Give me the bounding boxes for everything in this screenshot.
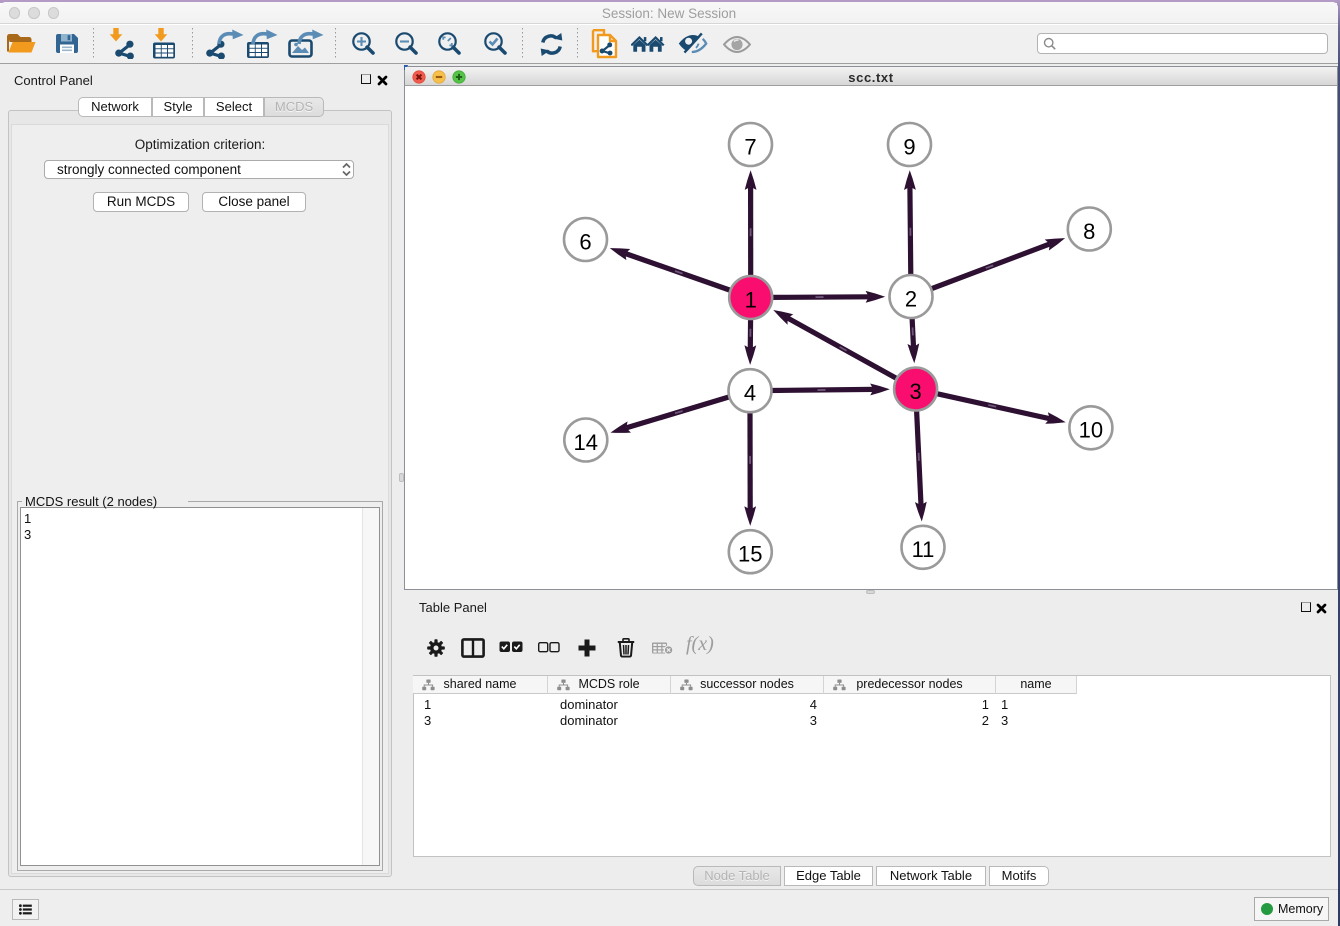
svg-text:6: 6 xyxy=(579,229,591,254)
svg-text:3: 3 xyxy=(909,379,921,404)
svg-text:2: 2 xyxy=(905,286,917,311)
svg-text:4: 4 xyxy=(744,381,756,406)
svg-text:9: 9 xyxy=(903,134,915,159)
svg-text:10: 10 xyxy=(1079,418,1103,443)
svg-text:11: 11 xyxy=(912,537,935,562)
svg-text:7: 7 xyxy=(744,134,756,159)
svg-text:1: 1 xyxy=(745,287,757,312)
svg-text:14: 14 xyxy=(574,430,598,455)
svg-text:15: 15 xyxy=(738,542,762,567)
svg-text:8: 8 xyxy=(1083,219,1095,244)
